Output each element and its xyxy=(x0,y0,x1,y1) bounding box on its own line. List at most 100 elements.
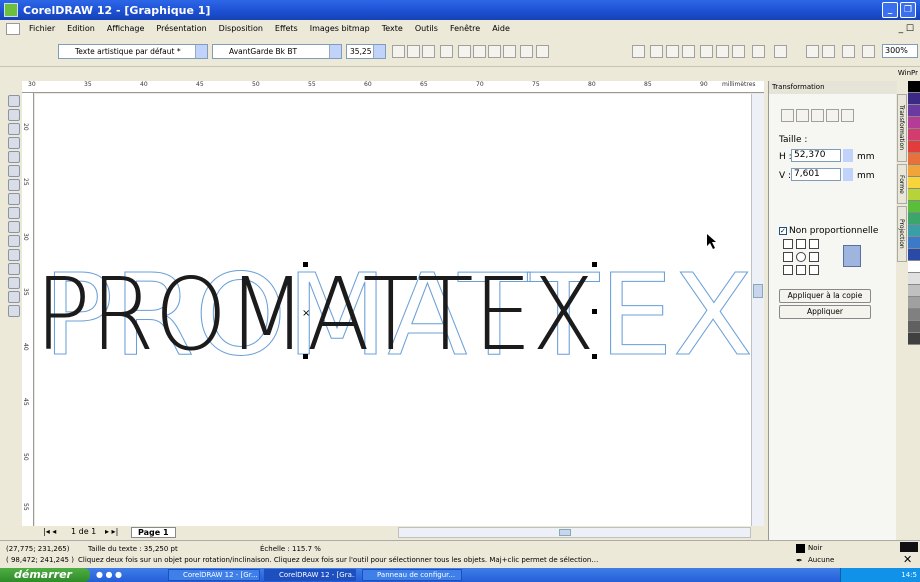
width-spinner[interactable] xyxy=(843,168,853,181)
rotate-mode-icon[interactable] xyxy=(796,109,809,122)
bullet-icon[interactable] xyxy=(458,45,471,58)
import-icon[interactable] xyxy=(806,45,819,58)
quick-launch-icons[interactable]: ● ● ● xyxy=(96,570,122,579)
color-swatch[interactable] xyxy=(908,273,920,285)
color-swatch[interactable] xyxy=(908,129,920,141)
font-size-select[interactable]: 35,25 xyxy=(346,44,386,59)
text-tool-icon[interactable] xyxy=(8,235,20,247)
italic-icon[interactable] xyxy=(407,45,420,58)
interactive-tool-icon[interactable] xyxy=(8,249,20,261)
minimize-button[interactable]: _ xyxy=(882,2,898,18)
freehand-tool-icon[interactable] xyxy=(8,151,20,163)
outline-tool-icon[interactable] xyxy=(8,277,20,289)
redo-icon[interactable] xyxy=(774,45,787,58)
color-swatch[interactable] xyxy=(908,117,920,129)
document-icon[interactable] xyxy=(6,22,20,35)
menu-effets[interactable]: Effets xyxy=(269,24,304,33)
menu-presentation[interactable]: Présentation xyxy=(150,24,212,33)
chevron-down-icon[interactable] xyxy=(373,45,385,58)
paste-icon[interactable] xyxy=(732,45,745,58)
page-next-last-icon[interactable]: ▸ ▸| xyxy=(105,527,118,536)
doc-window-controls[interactable]: _ ☐ xyxy=(899,24,914,34)
basic-shapes-icon[interactable] xyxy=(8,221,20,233)
skew-mode-icon[interactable] xyxy=(841,109,854,122)
scale-mode-icon[interactable] xyxy=(811,109,824,122)
tab-forme[interactable]: Forme xyxy=(897,164,907,204)
menu-affichage[interactable]: Affichage xyxy=(101,24,151,33)
size-mode-icon[interactable] xyxy=(826,109,839,122)
ruler-horizontal[interactable]: 30 35 40 45 50 55 60 65 70 75 80 85 90 m… xyxy=(22,81,764,93)
selected-text-object[interactable]: PROMATTEX xyxy=(35,256,595,373)
export-icon[interactable] xyxy=(822,45,835,58)
width-input[interactable]: 7,601 xyxy=(791,168,841,181)
menu-texte[interactable]: Texte xyxy=(376,24,409,33)
align-icon[interactable] xyxy=(440,45,453,58)
zoom-tool-icon[interactable] xyxy=(8,137,20,149)
rectangle-tool-icon[interactable] xyxy=(8,179,20,191)
apply-to-copy-button[interactable]: Appliquer à la copie xyxy=(779,289,871,303)
menu-images-bitmap[interactable]: Images bitmap xyxy=(304,24,376,33)
ellipse-tool-icon[interactable] xyxy=(8,193,20,205)
indent-icon[interactable] xyxy=(473,45,486,58)
color-swatch[interactable] xyxy=(908,249,920,261)
columns-icon[interactable] xyxy=(488,45,501,58)
color-swatch[interactable] xyxy=(908,225,920,237)
color-swatch[interactable] xyxy=(908,321,920,333)
edit-text-icon[interactable] xyxy=(536,45,549,58)
color-swatch[interactable] xyxy=(908,105,920,117)
tab-page-1[interactable]: Page 1 xyxy=(131,527,176,538)
smart-fill-icon[interactable] xyxy=(8,165,20,177)
color-swatch[interactable] xyxy=(908,297,920,309)
vertical-scrollbar[interactable] xyxy=(751,94,764,526)
scroll-thumb[interactable] xyxy=(753,284,763,298)
open-icon[interactable] xyxy=(650,45,663,58)
cut-icon[interactable] xyxy=(700,45,713,58)
new-icon[interactable] xyxy=(632,45,645,58)
eyedropper-icon[interactable] xyxy=(8,263,20,275)
color-swatch[interactable] xyxy=(908,141,920,153)
drawing-canvas[interactable]: PROMATTEX PROMATTEX × xyxy=(35,94,751,526)
crop-tool-icon[interactable] xyxy=(8,123,20,135)
font-select[interactable]: AvantGarde Bk BT xyxy=(212,44,342,59)
tab-transformation[interactable]: Transformation xyxy=(897,94,907,162)
color-swatch[interactable] xyxy=(908,237,920,249)
start-button[interactable]: démarrer xyxy=(0,568,90,582)
menu-disposition[interactable]: Disposition xyxy=(213,24,269,33)
pick-tool-icon[interactable] xyxy=(8,95,20,107)
zoom-level-field[interactable]: 300% xyxy=(882,44,918,58)
anchor-grid[interactable] xyxy=(783,239,825,275)
ruler-vertical[interactable]: 20 25 30 35 40 45 50 55 xyxy=(22,93,34,526)
print-icon[interactable] xyxy=(682,45,695,58)
undo-icon[interactable] xyxy=(752,45,765,58)
color-swatch[interactable] xyxy=(908,213,920,225)
bold-icon[interactable] xyxy=(392,45,405,58)
save-icon[interactable] xyxy=(666,45,679,58)
color-swatch[interactable] xyxy=(908,177,920,189)
task-coreldraw-2[interactable]: CorelDRAW 12 - [Gra... xyxy=(264,569,356,581)
color-swatch[interactable] xyxy=(908,189,920,201)
color-swatch[interactable] xyxy=(908,309,920,321)
color-swatch[interactable] xyxy=(908,153,920,165)
menu-fenetre[interactable]: Fenêtre xyxy=(444,24,486,33)
horizontal-scrollbar[interactable] xyxy=(398,527,751,538)
task-coreldraw-1[interactable]: CorelDRAW 12 - [Gr... xyxy=(168,569,260,581)
position-mode-icon[interactable] xyxy=(781,109,794,122)
color-swatch[interactable] xyxy=(908,333,920,345)
paragraph-icon[interactable] xyxy=(503,45,516,58)
shape-tool-icon[interactable] xyxy=(8,109,20,121)
interactive-fill-icon[interactable] xyxy=(8,305,20,317)
char-format-icon[interactable] xyxy=(520,45,533,58)
task-control-panel[interactable]: Panneau de configur... xyxy=(362,569,462,581)
menu-aide[interactable]: Aide xyxy=(486,24,516,33)
page-first-prev-icon[interactable]: |◂ ◂ xyxy=(43,527,56,536)
launcher-icon[interactable] xyxy=(842,45,855,58)
chevron-down-icon[interactable] xyxy=(195,45,207,58)
color-swatch[interactable] xyxy=(908,93,920,105)
chevron-down-icon[interactable] xyxy=(329,45,341,58)
text-style-select[interactable]: Texte artistique par défaut * xyxy=(58,44,208,59)
fill-tool-icon[interactable] xyxy=(8,291,20,303)
height-spinner[interactable] xyxy=(843,149,853,162)
restore-button[interactable]: ❐ xyxy=(900,2,916,18)
zoom-icon[interactable] xyxy=(862,45,875,58)
copy-icon[interactable] xyxy=(716,45,729,58)
